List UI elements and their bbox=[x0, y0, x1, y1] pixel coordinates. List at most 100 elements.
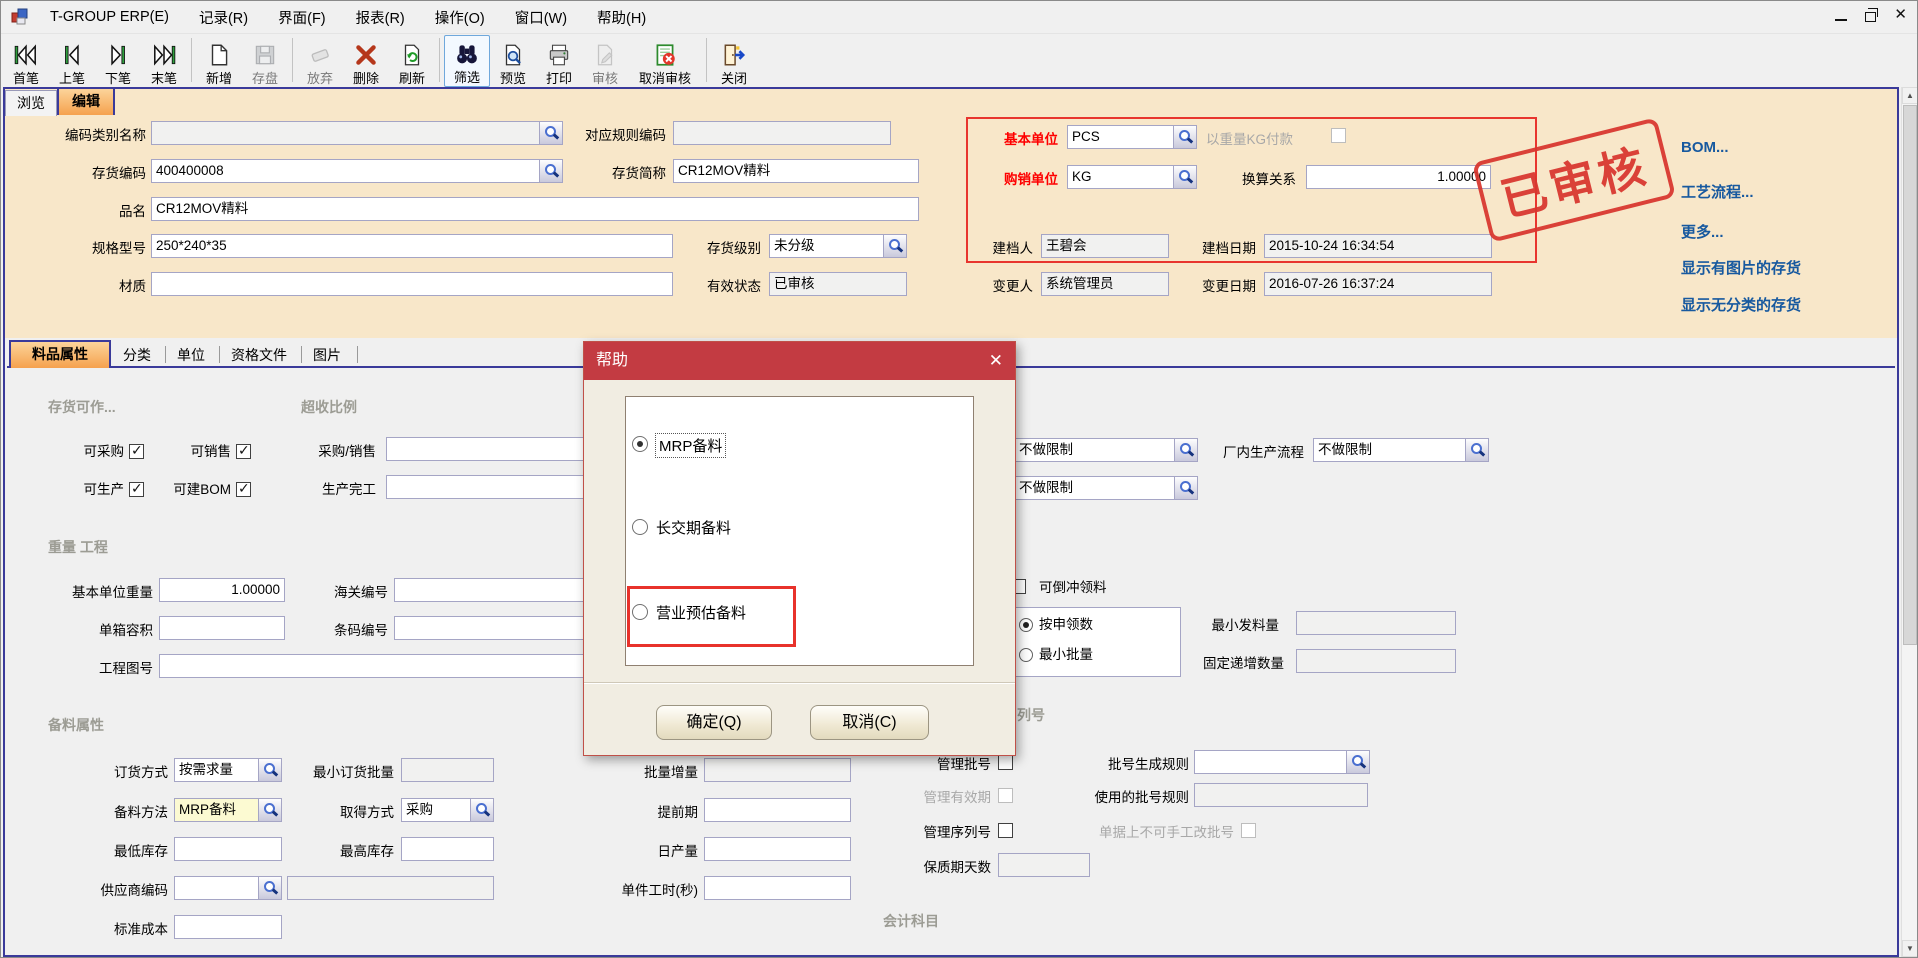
tab-browse[interactable]: 浏览 bbox=[5, 90, 57, 116]
show-unclassified-link[interactable]: 显示无分类的存货 bbox=[1681, 294, 1801, 315]
vertical-scrollbar[interactable]: ▲ ▼ bbox=[1901, 87, 1918, 957]
lookup-icon[interactable] bbox=[258, 877, 281, 899]
subtab-category[interactable]: 分类 bbox=[123, 345, 151, 365]
trade-unit-field[interactable]: KG bbox=[1067, 165, 1197, 189]
subtab-item-properties[interactable]: 料品属性 bbox=[9, 340, 111, 368]
order-mode-field[interactable]: 按需求量 bbox=[174, 758, 282, 782]
ok-button[interactable]: 确定(Q) bbox=[656, 705, 772, 740]
limit-dropdown-2[interactable]: 不做限制 bbox=[1014, 476, 1198, 500]
barcode-field[interactable] bbox=[394, 616, 586, 640]
product-name-field[interactable]: CR12MOV精料 bbox=[151, 197, 919, 221]
min-stock-field[interactable] bbox=[174, 837, 282, 861]
lookup-icon[interactable] bbox=[470, 799, 493, 821]
lookup-icon[interactable] bbox=[1173, 126, 1196, 148]
lookup-icon[interactable] bbox=[1174, 477, 1197, 499]
lookup-icon[interactable] bbox=[539, 160, 562, 182]
menu-item-record[interactable]: 记录(R) bbox=[184, 1, 263, 33]
cancel-audit-icon bbox=[652, 42, 678, 68]
production-done-field[interactable] bbox=[386, 475, 586, 499]
restore-button[interactable] bbox=[1865, 12, 1876, 22]
lookup-icon[interactable] bbox=[883, 235, 906, 257]
manage-serial-checkbox[interactable] bbox=[998, 823, 1013, 838]
menu-item-help[interactable]: 帮助(H) bbox=[582, 1, 661, 33]
scrollbar-thumb[interactable] bbox=[1903, 105, 1917, 645]
mrp-prep-label[interactable]: MRP备料 bbox=[656, 434, 725, 457]
conversion-field[interactable]: 1.00000 bbox=[1306, 165, 1491, 189]
base-unit-weight-field[interactable]: 1.00000 bbox=[159, 578, 285, 602]
acquire-mode-field[interactable]: 采购 bbox=[401, 798, 494, 822]
tab-edit[interactable]: 编辑 bbox=[57, 87, 115, 115]
minimize-button[interactable] bbox=[1835, 19, 1847, 21]
bom-link[interactable]: BOM... bbox=[1681, 139, 1729, 156]
producible-checkbox[interactable] bbox=[129, 482, 144, 497]
std-cost-field[interactable] bbox=[174, 915, 282, 939]
subtab-unit[interactable]: 单位 bbox=[177, 345, 205, 365]
can-bom-checkbox[interactable] bbox=[236, 482, 251, 497]
material-field[interactable] bbox=[151, 272, 673, 296]
sellable-checkbox[interactable] bbox=[236, 444, 251, 459]
delete-button[interactable]: 删除 bbox=[343, 35, 389, 87]
batch-rule-field[interactable] bbox=[1194, 750, 1370, 774]
supplier-code-field[interactable] bbox=[174, 876, 282, 900]
cancel-audit-button[interactable]: 取消审核 bbox=[628, 35, 702, 87]
lookup-icon[interactable] bbox=[1174, 439, 1197, 461]
menu-item-window[interactable]: 窗口(W) bbox=[500, 1, 582, 33]
manage-batch-checkbox[interactable] bbox=[998, 755, 1013, 770]
customs-code-field[interactable] bbox=[394, 578, 586, 602]
long-lead-prep-label[interactable]: 长交期备料 bbox=[656, 517, 731, 538]
by-request-radio[interactable] bbox=[1019, 618, 1033, 632]
refresh-button[interactable]: 刷新 bbox=[389, 35, 435, 87]
lookup-icon[interactable] bbox=[258, 799, 281, 821]
lookup-icon[interactable] bbox=[1346, 751, 1369, 773]
lookup-icon[interactable] bbox=[539, 122, 562, 144]
close-window-button[interactable]: ✕ bbox=[1894, 5, 1907, 25]
min-batch-radio[interactable] bbox=[1019, 648, 1033, 662]
unit-hours-field[interactable] bbox=[704, 876, 851, 900]
menu-item-app[interactable]: T-GROUP ERP(E) bbox=[35, 1, 184, 33]
factory-flow-field[interactable]: 不做限制 bbox=[1313, 438, 1489, 462]
base-unit-field[interactable]: PCS bbox=[1067, 125, 1197, 149]
spec-model-field[interactable]: 250*240*35 bbox=[151, 234, 673, 258]
max-stock-field[interactable] bbox=[401, 837, 494, 861]
mrp-prep-radio[interactable] bbox=[632, 436, 648, 452]
scroll-up-icon[interactable]: ▲ bbox=[1902, 87, 1918, 104]
print-button[interactable]: 打印 bbox=[536, 35, 582, 87]
box-volume-field[interactable] bbox=[159, 616, 285, 640]
subtab-image[interactable]: 图片 bbox=[313, 345, 341, 365]
daily-output-field[interactable] bbox=[704, 837, 851, 861]
subtab-qualification[interactable]: 资格文件 bbox=[231, 345, 287, 365]
prev-record-button[interactable]: 上笔 bbox=[49, 35, 95, 87]
limit-dropdown-1[interactable]: 不做限制 bbox=[1014, 438, 1198, 462]
purchasable-checkbox[interactable] bbox=[129, 444, 144, 459]
menu-item-interface[interactable]: 界面(F) bbox=[263, 1, 341, 33]
filter-button[interactable]: 筛选 bbox=[444, 35, 490, 87]
first-record-button[interactable]: 首笔 bbox=[3, 35, 49, 87]
lookup-icon[interactable] bbox=[1465, 439, 1488, 461]
drawing-no-field[interactable] bbox=[159, 654, 586, 678]
inventory-code-field[interactable]: 400400008 bbox=[151, 159, 563, 183]
inventory-level-field[interactable]: 未分级 bbox=[769, 234, 907, 258]
new-button[interactable]: 新增 bbox=[196, 35, 242, 87]
lookup-icon[interactable] bbox=[1173, 166, 1196, 188]
code-category-field[interactable] bbox=[151, 121, 563, 145]
close-form-button[interactable]: 关闭 bbox=[711, 35, 757, 87]
preview-button[interactable]: 预览 bbox=[490, 35, 536, 87]
inventory-abbr-field[interactable]: CR12MOV精料 bbox=[673, 159, 919, 183]
rule-code-field[interactable] bbox=[673, 121, 891, 145]
long-lead-prep-radio[interactable] bbox=[632, 519, 648, 535]
more-link[interactable]: 更多... bbox=[1681, 221, 1724, 242]
menu-item-report[interactable]: 报表(R) bbox=[341, 1, 420, 33]
last-record-button[interactable]: 末笔 bbox=[141, 35, 187, 87]
process-flow-link[interactable]: 工艺流程... bbox=[1681, 181, 1754, 202]
show-with-images-link[interactable]: 显示有图片的存货 bbox=[1681, 257, 1801, 278]
dialog-close-icon[interactable]: ✕ bbox=[989, 342, 1003, 380]
prep-method-field[interactable]: MRP备料 bbox=[174, 798, 282, 822]
purchase-sales-field[interactable] bbox=[386, 437, 586, 461]
next-record-button[interactable]: 下笔 bbox=[95, 35, 141, 87]
scroll-down-icon[interactable]: ▼ bbox=[1902, 940, 1918, 957]
menu-item-operation[interactable]: 操作(O) bbox=[420, 1, 500, 33]
barcode-label: 条码编号 bbox=[316, 620, 388, 642]
cancel-button[interactable]: 取消(C) bbox=[810, 705, 929, 740]
lookup-icon[interactable] bbox=[258, 759, 281, 781]
lead-time-field[interactable] bbox=[704, 798, 851, 822]
